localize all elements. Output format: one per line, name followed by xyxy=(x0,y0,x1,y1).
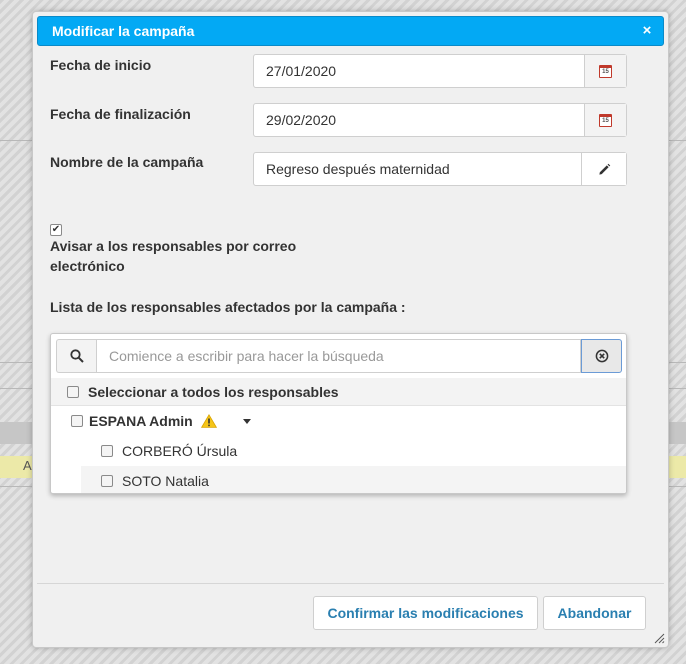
list-item[interactable]: SOTO Natalia xyxy=(81,466,626,493)
pencil-icon xyxy=(598,163,610,175)
clear-circle-icon xyxy=(595,349,608,363)
responsables-list-label: Lista de los responsables afectados por … xyxy=(50,299,406,315)
end-date-label: Fecha de finalización xyxy=(50,106,191,122)
confirm-button[interactable]: Confirmar las modificaciones xyxy=(313,596,538,630)
responsables-panel: Seleccionar a todos los responsables ESP… xyxy=(50,333,627,494)
select-all-row[interactable]: Seleccionar a todos los responsables xyxy=(51,378,626,406)
background-text: A xyxy=(23,458,32,473)
calendar-icon: 15 xyxy=(599,113,612,127)
user-checkbox[interactable] xyxy=(101,445,113,457)
modify-campaign-dialog: Modificar la campaña × Fecha de inicio 1… xyxy=(32,11,669,648)
dialog-title: Modificar la campaña xyxy=(52,23,195,39)
clear-search-button[interactable] xyxy=(581,339,622,373)
start-date-calendar-button[interactable]: 15 xyxy=(584,55,626,87)
resize-handle-icon[interactable] xyxy=(653,632,665,644)
warning-icon xyxy=(200,414,217,428)
start-date-input[interactable] xyxy=(254,55,584,87)
start-date-group: 15 xyxy=(253,54,627,88)
campaign-name-input[interactable] xyxy=(254,153,581,185)
select-all-label: Seleccionar a todos los responsables xyxy=(88,383,339,400)
close-icon[interactable]: × xyxy=(639,23,655,39)
group-row[interactable]: ESPANA Admin xyxy=(51,406,626,436)
calendar-icon: 15 xyxy=(599,64,612,78)
group-checkbox[interactable] xyxy=(71,415,83,427)
end-date-input[interactable] xyxy=(254,104,584,136)
end-date-group: 15 xyxy=(253,103,627,137)
user-checkbox[interactable] xyxy=(101,475,113,487)
search-icon xyxy=(69,349,84,363)
dialog-title-bar[interactable]: Modificar la campaña × xyxy=(37,16,664,46)
caret-down-icon[interactable] xyxy=(242,418,251,424)
search-addon xyxy=(56,339,96,373)
user-name: CORBERÓ Úrsula xyxy=(122,443,238,459)
select-all-checkbox[interactable] xyxy=(67,385,79,398)
campaign-name-group xyxy=(253,152,627,186)
footer-divider xyxy=(37,583,664,584)
end-date-calendar-button[interactable]: 15 xyxy=(584,104,626,136)
edit-name-button[interactable] xyxy=(581,153,626,185)
group-name: ESPANA Admin xyxy=(89,413,193,429)
search-row xyxy=(56,339,622,373)
campaign-name-label: Nombre de la campaña xyxy=(50,154,204,170)
cancel-button[interactable]: Abandonar xyxy=(543,596,646,630)
list-item[interactable]: CORBERÓ Úrsula xyxy=(81,436,626,466)
user-name: SOTO Natalia xyxy=(122,473,209,489)
notify-checkbox[interactable]: ✔ xyxy=(50,224,62,236)
search-input[interactable] xyxy=(96,339,581,373)
start-date-label: Fecha de inicio xyxy=(50,57,152,73)
notify-label: Avisar a los responsables por correo ele… xyxy=(50,238,297,274)
notify-checkbox-wrapper: ✔ xyxy=(50,219,62,236)
